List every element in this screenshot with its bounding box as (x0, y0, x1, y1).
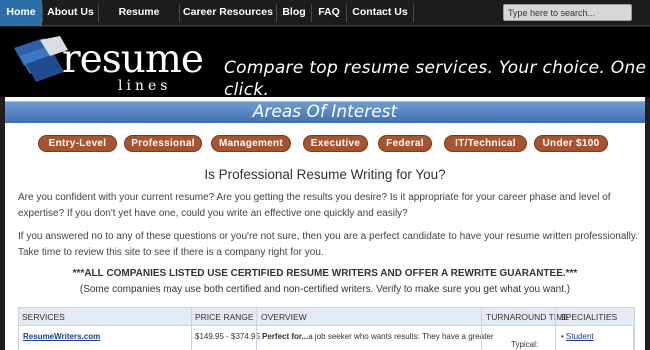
intro-paragraph: Are you confident with your current resu… (18, 192, 611, 219)
category-federal[interactable]: Federal (378, 135, 432, 152)
col-turnaround: TURNAROUND TIME (486, 312, 569, 322)
nav-faq[interactable]: FAQ (312, 0, 346, 26)
col-specialities: SPECIALITIES (560, 312, 618, 322)
nav-resume-samples[interactable]: Resume Samples (99, 0, 179, 43)
category-entry-level[interactable]: Entry-Level (38, 135, 117, 152)
speciality-link[interactable]: Student (566, 332, 594, 341)
category-it-technical[interactable]: IT/Technical (444, 135, 527, 152)
category-management[interactable]: Management (211, 135, 291, 152)
nav-career-resources[interactable]: Career Resources (180, 0, 276, 26)
writer-disclaimer: (Some companies may use both certified a… (79, 284, 571, 295)
guarantee-notice: ***ALL COMPANIES LISTED USE CERTIFIED RE… (72, 268, 578, 279)
logo-wordmark[interactable]: resume (62, 40, 204, 80)
col-overview: OVERVIEW (261, 312, 307, 322)
table-divider (481, 307, 482, 350)
nav-home[interactable]: Home (0, 0, 42, 26)
category-under-100[interactable]: Under $100 (534, 135, 608, 152)
price-range: $149.95 - $374.95 (195, 332, 260, 341)
table-divider (256, 307, 257, 350)
nav-about-us[interactable]: About Us (43, 0, 98, 26)
search-input[interactable] (503, 4, 632, 21)
nav-blog[interactable]: Blog (277, 0, 311, 26)
logo-subtext: lines (118, 78, 172, 94)
turnaround-label: Typical: (511, 340, 539, 349)
table-row: ResumeWriters.com $149.95 - $374.95 Perf… (18, 326, 634, 350)
category-professional[interactable]: Professional (124, 135, 202, 152)
top-nav: Home About Us Resume Samples Career Reso… (0, 0, 650, 43)
overview-text: a job seeker who wants results: They hav… (308, 332, 494, 341)
main-content: Areas Of Interest Entry-Level Profession… (5, 97, 645, 350)
areas-title: Areas Of Interest (252, 102, 398, 122)
nav-contact-us[interactable]: Contact Us (347, 0, 413, 26)
table-divider (18, 307, 19, 350)
nav-divider (413, 4, 414, 22)
category-executive[interactable]: Executive (303, 135, 368, 152)
col-services: SERVICES (22, 312, 65, 322)
site-header: resume lines Compare top resume services… (0, 27, 650, 97)
table-divider (191, 307, 192, 350)
table-divider (555, 307, 556, 350)
candidate-paragraph: If you answered no to any of these quest… (18, 231, 638, 258)
header-tagline: Compare top resume services. Your choice… (224, 58, 647, 97)
col-price-range: PRICE RANGE (195, 312, 254, 322)
table-header: SERVICES PRICE RANGE OVERVIEW TURNAROUND… (18, 307, 634, 326)
overview-lead: Perfect for... (262, 332, 309, 341)
service-link[interactable]: ResumeWriters.com (23, 332, 100, 341)
table-divider (634, 307, 635, 350)
page-heading: Is Professional Resume Writing for You? (204, 167, 446, 182)
